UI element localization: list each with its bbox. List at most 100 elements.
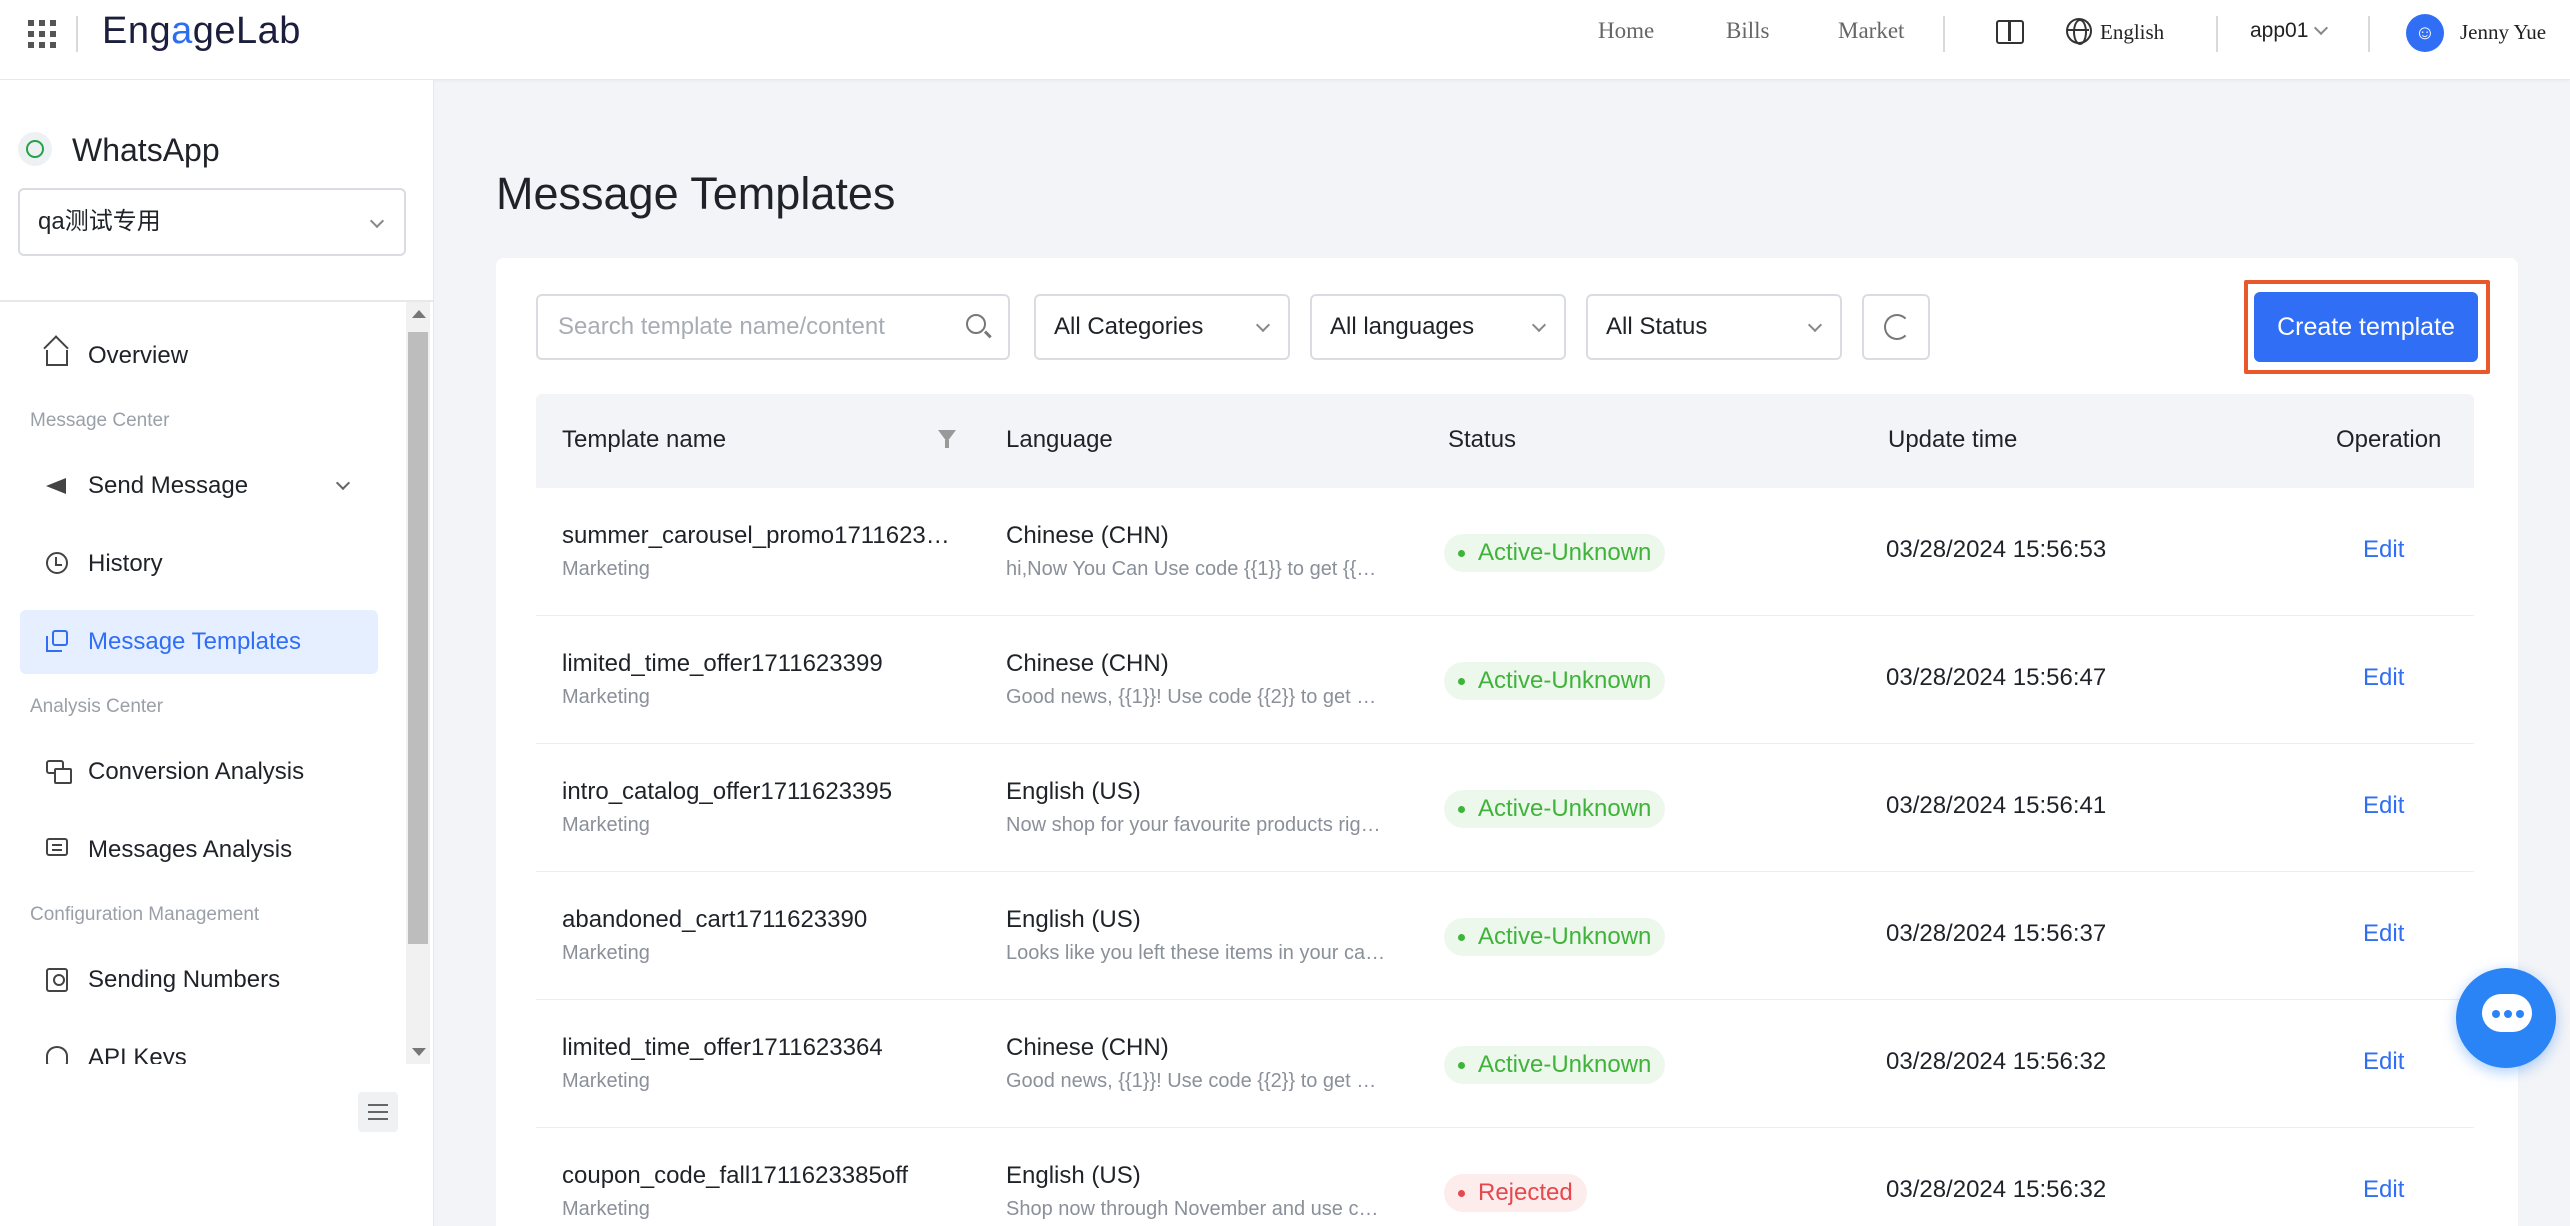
- divider: [2216, 16, 2218, 52]
- scroll-up-arrow-icon[interactable]: [412, 310, 426, 318]
- table-row[interactable]: intro_catalog_offer1711623395 Marketing En…: [536, 744, 2474, 872]
- status-filter[interactable]: All Status: [1586, 294, 1842, 360]
- update-time: 03/28/2024 15:56:53: [1886, 536, 2107, 563]
- chat-dot: [2516, 1010, 2524, 1018]
- engagelab-logo[interactable]: EngageLab: [102, 10, 301, 53]
- menu-group-configuration: Configuration Management: [30, 904, 260, 925]
- sidebar-item-message-templates[interactable]: Message Templates: [20, 610, 378, 674]
- sidebar-item-label: Send Message: [88, 472, 249, 499]
- column-header-template-name: Template name: [562, 426, 727, 453]
- template-category: Marketing: [562, 942, 650, 964]
- language-selector[interactable]: English: [2100, 20, 2164, 45]
- template-name: abandoned_cart1711623390: [562, 906, 868, 933]
- category-filter[interactable]: All Categories: [1034, 294, 1290, 360]
- table-row[interactable]: coupon_code_fall1711623385off Marketing En…: [536, 1128, 2474, 1226]
- template-language: Chinese (CHN): [1006, 650, 1169, 677]
- app-selector[interactable]: app01: [2250, 19, 2329, 43]
- templates-card: All Categories All languages All Status …: [496, 258, 2518, 1226]
- scrollbar-thumb[interactable]: [408, 332, 428, 944]
- edit-link[interactable]: Edit: [2363, 536, 2404, 564]
- category-filter-value: All Categories: [1054, 313, 1204, 340]
- edit-link[interactable]: Edit: [2363, 1176, 2404, 1204]
- template-language: Chinese (CHN): [1006, 1034, 1169, 1061]
- lock-icon: [46, 1046, 68, 1064]
- template-language: English (US): [1006, 906, 1141, 933]
- search-icon[interactable]: [966, 314, 986, 334]
- template-preview: Now shop for your favourite products rig…: [1006, 814, 1381, 836]
- globe-icon[interactable]: [2066, 18, 2092, 45]
- sidebar-item-label: Conversion Analysis: [88, 758, 305, 785]
- table-row[interactable]: limited_time_offer1711623364 Marketing Chi…: [536, 1000, 2474, 1128]
- sidebar-item-messages-analysis[interactable]: Messages Analysis: [20, 818, 378, 882]
- nav-home[interactable]: Home: [1598, 18, 1654, 44]
- user-name[interactable]: Jenny Yue: [2460, 20, 2546, 45]
- table-row[interactable]: summer_carousel_promo1711623… Marketing Ch…: [536, 488, 2474, 616]
- project-select-value: qa测试专用: [38, 208, 161, 235]
- template-category: Marketing: [562, 1198, 650, 1220]
- filter-funnel-icon[interactable]: [938, 430, 956, 448]
- sidebar-item-label: History: [88, 550, 163, 577]
- divider: [1943, 16, 1945, 52]
- refresh-button[interactable]: [1862, 294, 1930, 360]
- apps-grid-icon[interactable]: [28, 20, 56, 48]
- template-language: Chinese (CHN): [1006, 522, 1169, 549]
- template-name: intro_catalog_offer1711623395: [562, 778, 893, 805]
- status-badge: Rejected: [1444, 1174, 1587, 1212]
- sidebar-item-label: Overview: [88, 342, 189, 369]
- sidebar-item-send-message[interactable]: Send Message: [20, 454, 378, 518]
- column-header-status: Status: [1448, 426, 1517, 453]
- nav-market[interactable]: Market: [1838, 18, 1904, 44]
- chevron-down-icon: [335, 475, 351, 491]
- language-filter[interactable]: All languages: [1310, 294, 1566, 360]
- whatsapp-icon: [18, 132, 52, 166]
- sidebar-item-overview[interactable]: Overview: [20, 324, 378, 388]
- edit-link[interactable]: Edit: [2363, 920, 2404, 948]
- collapse-sidebar-button[interactable]: [358, 1092, 398, 1132]
- edit-link[interactable]: Edit: [2363, 792, 2404, 820]
- status-badge: Active-Unknown: [1444, 662, 1666, 700]
- menu-group-message-center: Message Center: [30, 410, 170, 431]
- app-selector-label: app01: [2250, 19, 2309, 42]
- sidebar-item-api-keys[interactable]: API Keys: [20, 1026, 378, 1064]
- nav-bills[interactable]: Bills: [1726, 18, 1769, 44]
- project-select[interactable]: qa测试专用: [18, 188, 406, 256]
- send-icon: [46, 474, 68, 496]
- book-icon[interactable]: [1996, 20, 2024, 44]
- template-preview: Shop now through November and use c…: [1006, 1198, 1379, 1220]
- template-name: limited_time_offer1711623364: [562, 1034, 883, 1061]
- scroll-down-arrow-icon[interactable]: [412, 1048, 426, 1056]
- template-preview: Looks like you left these items in your …: [1006, 942, 1386, 964]
- conversion-icon: [46, 760, 72, 784]
- sidebar-item-label: Messages Analysis: [88, 836, 293, 863]
- chat-support-button[interactable]: [2456, 968, 2556, 1068]
- column-header-update-time: Update time: [1888, 426, 2018, 453]
- table-row[interactable]: abandoned_cart1711623390 Marketing English…: [536, 872, 2474, 1000]
- top-bar: EngageLab Home Bills Market English app0…: [0, 0, 2570, 80]
- search-input[interactable]: [536, 294, 1010, 360]
- status-badge: Active-Unknown: [1444, 790, 1666, 828]
- status-badge: Active-Unknown: [1444, 918, 1666, 956]
- status-badge: Active-Unknown: [1444, 534, 1666, 572]
- create-template-button[interactable]: Create template: [2254, 292, 2478, 362]
- divider: [76, 16, 78, 52]
- template-language: English (US): [1006, 1162, 1141, 1189]
- template-language: English (US): [1006, 778, 1141, 805]
- home-icon: [46, 350, 68, 366]
- template-preview: Good news, {{1}}! Use code {{2}} to get …: [1006, 1070, 1377, 1092]
- sidebar-item-conversion-analysis[interactable]: Conversion Analysis: [20, 740, 378, 804]
- update-time: 03/28/2024 15:56:37: [1886, 920, 2107, 947]
- edit-link[interactable]: Edit: [2363, 1048, 2404, 1076]
- template-category: Marketing: [562, 558, 650, 580]
- user-avatar[interactable]: ☺: [2406, 14, 2444, 52]
- column-header-operation: Operation: [2336, 426, 2442, 453]
- chevron-down-icon: [1255, 317, 1271, 333]
- table-row[interactable]: limited_time_offer1711623399 Marketing Chi…: [536, 616, 2474, 744]
- sidebar-item-history[interactable]: History: [20, 532, 378, 596]
- sidebar-item-sending-numbers[interactable]: Sending Numbers: [20, 948, 378, 1012]
- message-icon: [46, 838, 68, 856]
- edit-link[interactable]: Edit: [2363, 664, 2404, 692]
- status-badge: Active-Unknown: [1444, 1046, 1666, 1084]
- sidebar-menu: Overview Message Center Send Message His…: [0, 302, 406, 1064]
- template-category: Marketing: [562, 814, 650, 836]
- template-name: coupon_code_fall1711623385off: [562, 1162, 909, 1189]
